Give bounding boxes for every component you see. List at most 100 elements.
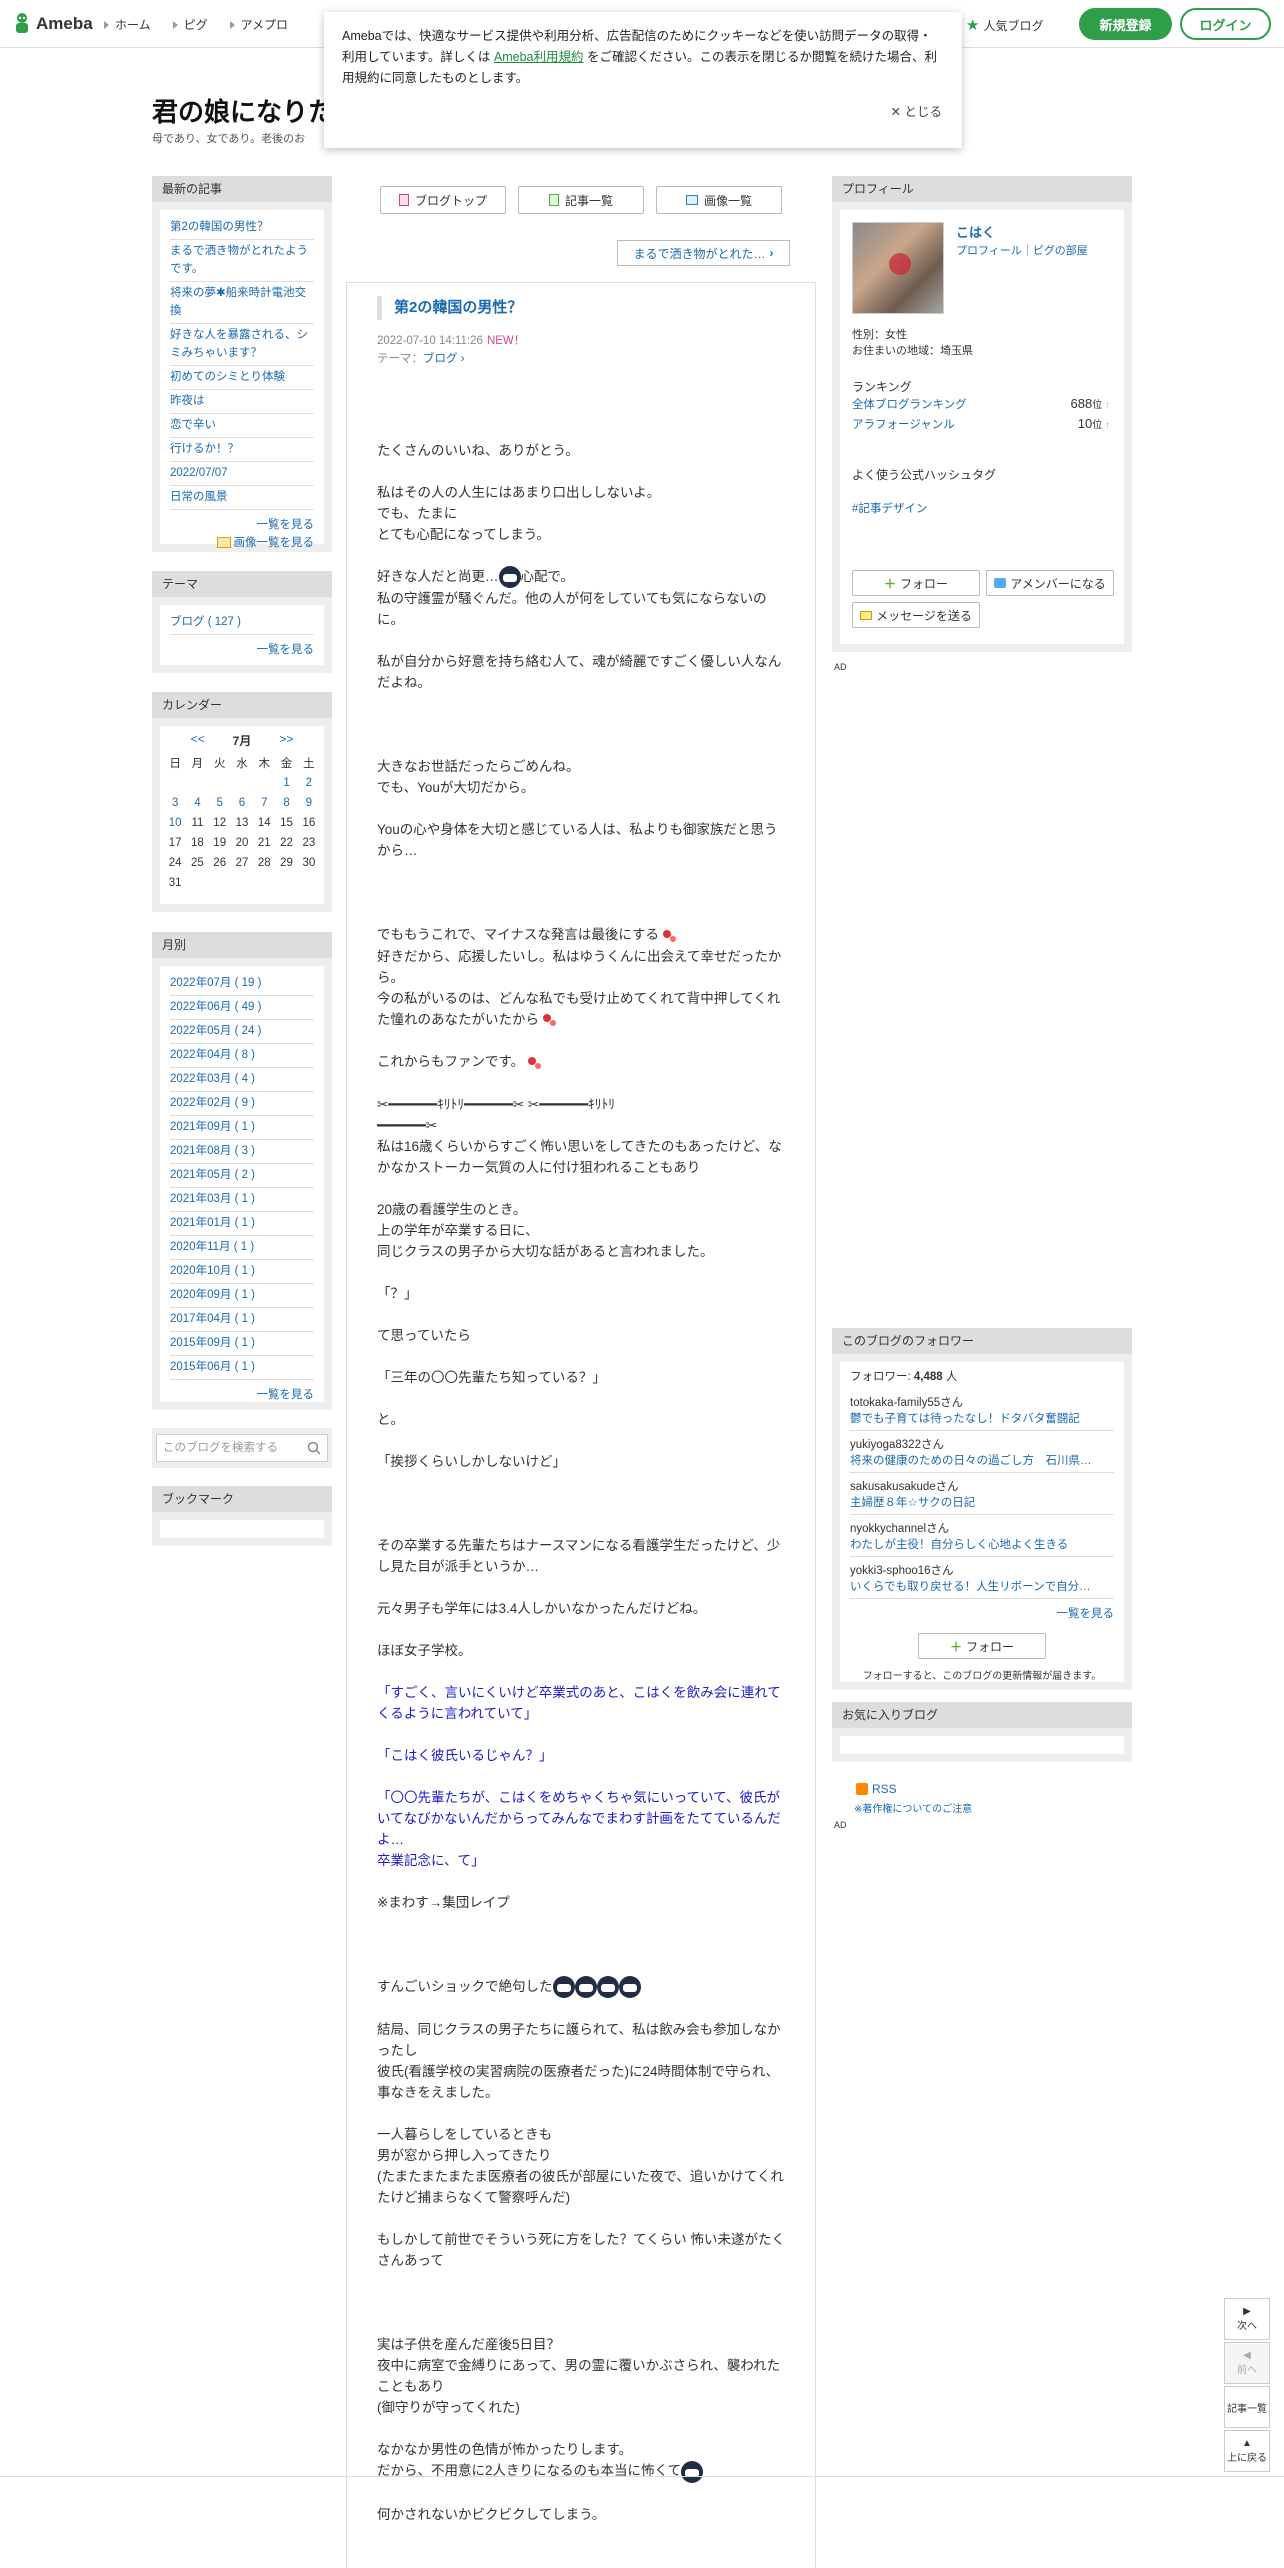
- follower-blog-title[interactable]: 将来の健康のための日々の過ごし方 石川県…: [850, 1453, 1114, 1469]
- follower-item[interactable]: yukiyoga8322さん 将来の健康のための日々の過ごし方 石川県…: [850, 1434, 1114, 1473]
- follower-blog-title[interactable]: 主婦歴８年☆サクの日記: [850, 1495, 1114, 1511]
- follower-count-unit: 人: [942, 1371, 958, 1383]
- images-more-link[interactable]: 画像一覧を見る: [170, 534, 314, 550]
- profile-avatar[interactable]: [852, 222, 944, 314]
- calendar-day: [253, 773, 275, 793]
- message-button[interactable]: メッセージを送る: [852, 602, 980, 628]
- next-page-button[interactable]: ▶ 次へ: [1224, 2298, 1270, 2340]
- calendar-day[interactable]: 3: [164, 793, 186, 813]
- latest-article-item[interactable]: 恋で辛い: [170, 414, 314, 438]
- calendar-day: [231, 773, 253, 793]
- month-archive-item[interactable]: 2022年04月 ( 8 ): [170, 1044, 314, 1068]
- latest-article-item[interactable]: まるで洒き物がとれたようです。: [170, 240, 314, 282]
- latest-article-item[interactable]: 2022/07/07: [170, 462, 314, 486]
- calendar-day[interactable]: 9: [298, 793, 320, 813]
- month-archive-item[interactable]: 2021年03月 ( 1 ): [170, 1188, 314, 1212]
- rss-link[interactable]: RSS: [856, 1782, 897, 1796]
- month-archive-item[interactable]: 2022年06月 ( 49 ): [170, 996, 314, 1020]
- month-archive-item[interactable]: 2021年05月 ( 2 ): [170, 1164, 314, 1188]
- month-archive-item[interactable]: 2021年09月 ( 1 ): [170, 1116, 314, 1140]
- popular-blogs-link[interactable]: ★ 人気ブログ: [966, 16, 1043, 34]
- followers-more-link[interactable]: 一覧を見る: [850, 1605, 1115, 1621]
- search-icon[interactable]: [307, 1441, 321, 1455]
- latest-article-item[interactable]: 好きな人を暴露される、シミみちゃいます？: [170, 324, 314, 366]
- follower-item[interactable]: totokaka-family55さん 鬱でも子育ては待ったなし！ドタバタ奮闘記: [850, 1392, 1114, 1431]
- month-archive-item[interactable]: 2015年06月 ( 1 ): [170, 1356, 314, 1380]
- follower-item[interactable]: sakusakusakudeさん 主婦歴８年☆サクの日記: [850, 1476, 1114, 1515]
- amember-button[interactable]: アメンバーになる: [986, 570, 1114, 596]
- signup-button[interactable]: 新規登録: [1079, 8, 1172, 40]
- latest-article-item[interactable]: 昨夜は: [170, 390, 314, 414]
- monthly-more-link[interactable]: 一覧を見る: [170, 1386, 315, 1402]
- month-archive-item[interactable]: 2022年02月 ( 9 ): [170, 1092, 314, 1116]
- blog-title[interactable]: 君の娘になりた: [152, 92, 334, 129]
- calendar-day[interactable]: 2: [298, 773, 320, 793]
- article-list-side-button[interactable]: 記事一覧: [1224, 2386, 1270, 2428]
- month-archive-item[interactable]: 2015年09月 ( 1 ): [170, 1332, 314, 1356]
- calendar-day[interactable]: 10: [164, 813, 186, 833]
- follow-button-2[interactable]: ＋ フォロー: [918, 1633, 1046, 1659]
- profile-name[interactable]: こはく: [956, 222, 995, 241]
- latest-article-item[interactable]: 初めてのシミとり体験: [170, 366, 314, 390]
- calendar-day[interactable]: 7: [253, 793, 275, 813]
- month-archive-item[interactable]: 2022年07月 ( 19 ): [170, 972, 314, 996]
- month-archive-item[interactable]: 2021年01月 ( 1 ): [170, 1212, 314, 1236]
- login-button[interactable]: ログイン: [1180, 8, 1271, 40]
- month-archive-item[interactable]: 2017年04月 ( 1 ): [170, 1308, 314, 1332]
- body-paragraph: 「？」: [377, 1285, 418, 1301]
- latest-article-item[interactable]: 第2の韓国の男性？: [170, 216, 314, 240]
- calendar-day: 14: [257, 817, 271, 829]
- latest-article-item[interactable]: 日常の風景: [170, 486, 314, 510]
- article-title[interactable]: 第2の韓国の男性？: [377, 296, 522, 320]
- next-article-link[interactable]: まるで洒き物がとれた… ›: [617, 240, 790, 266]
- list-label: 記事一覧: [1227, 2403, 1267, 2415]
- back-to-top-button[interactable]: ▲ 上に戻る: [1224, 2430, 1270, 2472]
- nav-amepro[interactable]: アメプロ: [229, 16, 288, 33]
- month-archive-item[interactable]: 2022年05月 ( 24 ): [170, 1020, 314, 1044]
- theme-link[interactable]: ブログ: [423, 353, 458, 365]
- calendar-day[interactable]: 1: [275, 773, 297, 793]
- calendar-prev[interactable]: <<: [191, 732, 205, 749]
- month-archive-item[interactable]: 2021年08月 ( 3 ): [170, 1140, 314, 1164]
- follower-item[interactable]: nyokkychannelさん わたしが主役！自分らしく心地よく生きる: [850, 1518, 1114, 1557]
- calendar-day[interactable]: 5: [209, 793, 231, 813]
- calendar-day: [275, 873, 297, 893]
- follower-blog-title[interactable]: わたしが主役！自分らしく心地よく生きる: [850, 1537, 1114, 1553]
- latest-article-item[interactable]: 行けるか！？: [170, 438, 314, 462]
- latest-article-item[interactable]: 将来の夢✱船来時計電池交換: [170, 282, 314, 324]
- calendar-day[interactable]: 6: [231, 793, 253, 813]
- follow-button[interactable]: ＋ フォロー: [852, 570, 980, 596]
- ameba-icon: [16, 13, 28, 33]
- hashtag-link[interactable]: #記事デザイン: [852, 500, 927, 516]
- latest-more-link[interactable]: 一覧を見る: [170, 516, 315, 532]
- profile-links[interactable]: プロフィール｜ピグの部屋: [956, 242, 1088, 258]
- top-label: 上に戻る: [1227, 2453, 1267, 2464]
- calendar-day[interactable]: 8: [275, 793, 297, 813]
- calendar-next[interactable]: >>: [279, 732, 293, 749]
- nav-pigg[interactable]: ピグ: [172, 16, 208, 33]
- article-list-button[interactable]: 記事一覧: [518, 186, 644, 214]
- blog-search-input[interactable]: このブログを検索する: [156, 1434, 328, 1462]
- monthly-box: 月別 2022年07月 ( 19 ) 2022年06月 ( 49 ) 2022年05…: [152, 932, 332, 1410]
- terms-link[interactable]: Ameba利用規約: [494, 50, 584, 64]
- rss-label: RSS: [872, 1782, 897, 1796]
- blog-top-button[interactable]: ブログトップ: [380, 186, 506, 214]
- month-archive-item[interactable]: 2022年03月 ( 4 ): [170, 1068, 314, 1092]
- copyright-note-link[interactable]: ※著作権についてのご注意: [854, 1800, 972, 1815]
- month-archive-item[interactable]: 2020年11月 ( 1 ): [170, 1236, 314, 1260]
- theme-item-blog[interactable]: ブログ ( 127 ): [170, 611, 314, 635]
- cookie-close-button[interactable]: ✕ とじる: [891, 102, 942, 123]
- image-list-button[interactable]: 画像一覧: [656, 186, 782, 214]
- prev-page-button[interactable]: ◀ 前へ: [1224, 2342, 1270, 2384]
- follower-item[interactable]: yokki3-sphoo16さん いくらでも取り戻せる！人生リボーンで自分…: [850, 1560, 1114, 1599]
- follower-blog-title[interactable]: 鬱でも子育ては待ったなし！ドタバタ奮闘記: [850, 1411, 1114, 1427]
- ranking-row-genre[interactable]: アラフォージャンル 10位 ↑: [852, 416, 1110, 432]
- follower-blog-title[interactable]: いくらでも取り戻せる！人生リボーンで自分…: [850, 1579, 1114, 1595]
- nav-home[interactable]: ホーム: [104, 16, 151, 33]
- month-archive-item[interactable]: 2020年09月 ( 1 ): [170, 1284, 314, 1308]
- month-archive-item[interactable]: 2020年10月 ( 1 ): [170, 1260, 314, 1284]
- ranking-row-overall[interactable]: 全体ブログランキング 688位 ↑: [852, 396, 1110, 412]
- theme-more-link[interactable]: 一覧を見る: [170, 641, 315, 657]
- calendar-day[interactable]: 4: [186, 793, 208, 813]
- ameba-logo[interactable]: Ameba: [12, 11, 93, 37]
